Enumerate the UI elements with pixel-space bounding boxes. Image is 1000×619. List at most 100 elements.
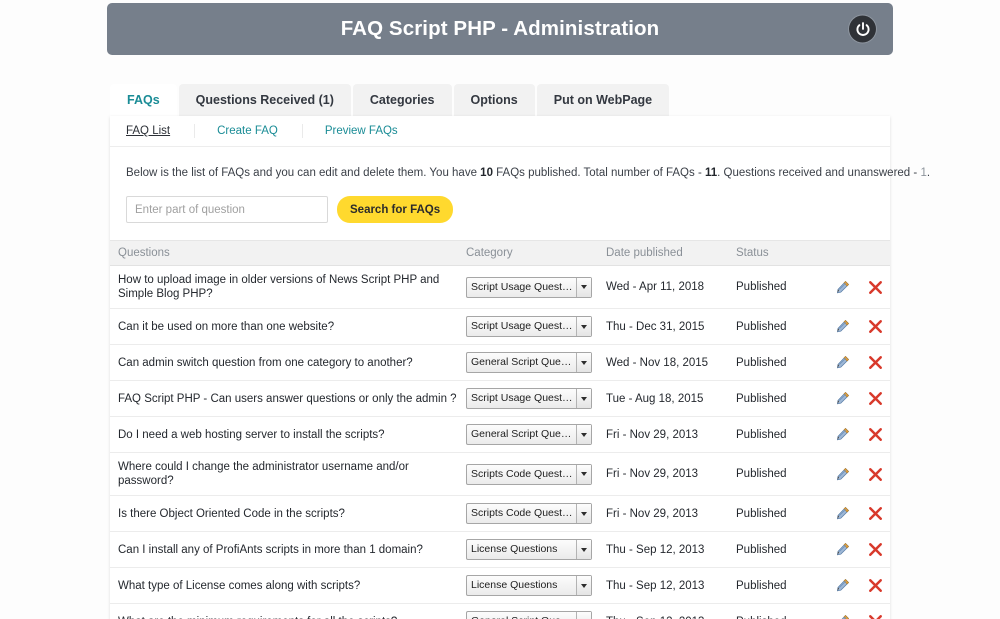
cell-actions <box>821 496 890 532</box>
cell-category: Script Usage Questions <box>458 266 598 309</box>
page-title: FAQ Script PHP - Administration <box>341 17 660 41</box>
table-row: Do I need a web hosting server to instal… <box>110 417 890 453</box>
category-select[interactable]: General Script Questions <box>466 352 592 373</box>
category-select-value: Script Usage Questions <box>471 278 573 297</box>
category-select[interactable]: Script Usage Questions <box>466 277 592 298</box>
cell-category: License Questions <box>458 532 598 568</box>
cell-status: Published <box>728 604 821 619</box>
pencil-icon[interactable] <box>835 614 850 619</box>
delete-x-icon[interactable] <box>868 280 883 295</box>
pencil-icon[interactable] <box>835 280 850 295</box>
pencil-icon[interactable] <box>835 427 850 442</box>
cell-date-published: Fri - Nov 29, 2013 <box>598 496 728 532</box>
app-header: FAQ Script PHP - Administration <box>107 3 893 55</box>
delete-x-icon[interactable] <box>868 427 883 442</box>
delete-x-icon[interactable] <box>868 391 883 406</box>
cell-question: Where could I change the administrator u… <box>110 453 458 496</box>
table-row: FAQ Script PHP - Can users answer questi… <box>110 381 890 417</box>
tab-faqs[interactable]: FAQs <box>110 84 177 116</box>
tab-questions-received[interactable]: Questions Received (1) <box>179 84 351 116</box>
power-icon[interactable] <box>849 16 876 43</box>
chevron-down-icon[interactable] <box>576 389 591 408</box>
cell-question: Do I need a web hosting server to instal… <box>110 417 458 453</box>
chevron-down-icon[interactable] <box>576 540 591 559</box>
table-row: Is there Object Oriented Code in the scr… <box>110 496 890 532</box>
tab-options[interactable]: Options <box>454 84 535 116</box>
search-button[interactable]: Search for FAQs <box>337 196 453 223</box>
chevron-down-icon[interactable] <box>576 576 591 595</box>
cell-status: Published <box>728 381 821 417</box>
info-and-search: Below is the list of FAQs and you can ed… <box>110 147 890 240</box>
cell-actions <box>821 381 890 417</box>
summary-part-3: . Questions received and unanswered - <box>717 167 920 179</box>
delete-x-icon[interactable] <box>868 614 883 619</box>
column-header-status: Status <box>728 241 821 266</box>
cell-date-published: Fri - Nov 29, 2013 <box>598 417 728 453</box>
cell-category: Script Usage Questions <box>458 381 598 417</box>
table-row: What are the minimum requirements for al… <box>110 604 890 619</box>
category-select[interactable]: Scripts Code Questions <box>466 503 592 524</box>
total-faq-count: 11 <box>705 167 717 179</box>
chevron-down-icon[interactable] <box>576 278 591 297</box>
delete-x-icon[interactable] <box>868 578 883 593</box>
cell-status: Published <box>728 266 821 309</box>
column-header-date-published: Date published <box>598 241 728 266</box>
pencil-icon[interactable] <box>835 542 850 557</box>
cell-date-published: Thu - Sep 12, 2013 <box>598 604 728 619</box>
cell-category: Scripts Code Questions <box>458 496 598 532</box>
chevron-down-icon[interactable] <box>576 425 591 444</box>
table-row: How to upload image in older versions of… <box>110 266 890 309</box>
delete-x-icon[interactable] <box>868 542 883 557</box>
column-header-category: Category <box>458 241 598 266</box>
subnav-item-create-faq[interactable]: Create FAQ <box>217 124 303 138</box>
category-select[interactable]: Scripts Code Questions <box>466 464 592 485</box>
pencil-icon[interactable] <box>835 391 850 406</box>
cell-actions <box>821 568 890 604</box>
table-body: How to upload image in older versions of… <box>110 266 890 619</box>
pencil-icon[interactable] <box>835 467 850 482</box>
cell-status: Published <box>728 417 821 453</box>
pencil-icon[interactable] <box>835 319 850 334</box>
category-select[interactable]: Script Usage Questions <box>466 316 592 337</box>
pencil-icon[interactable] <box>835 355 850 370</box>
tab-put-on-webpage[interactable]: Put on WebPage <box>537 84 669 116</box>
table-header: Questions Category Date published Status <box>110 241 890 266</box>
cell-date-published: Fri - Nov 29, 2013 <box>598 453 728 496</box>
delete-x-icon[interactable] <box>868 319 883 334</box>
cell-category: License Questions <box>458 568 598 604</box>
summary-part-1: Below is the list of FAQs and you can ed… <box>126 167 480 179</box>
search-input[interactable] <box>126 196 328 223</box>
cell-category: General Script Questions <box>458 417 598 453</box>
pencil-icon[interactable] <box>835 578 850 593</box>
subnav-item-preview-faqs[interactable]: Preview FAQs <box>325 124 422 138</box>
sub-navigation: FAQ List Create FAQ Preview FAQs <box>110 116 890 147</box>
cell-actions <box>821 417 890 453</box>
main-tabs: FAQs Questions Received (1) Categories O… <box>110 84 890 116</box>
category-select-value: Script Usage Questions <box>471 389 573 408</box>
chevron-down-icon[interactable] <box>576 504 591 523</box>
category-select-value: License Questions <box>471 540 573 559</box>
category-select-value: License Questions <box>471 576 573 595</box>
cell-actions <box>821 309 890 345</box>
category-select[interactable]: General Script Questions <box>466 424 592 445</box>
category-select[interactable]: General Script Questions <box>466 611 592 619</box>
tab-label: Questions Received (1) <box>196 93 334 107</box>
cell-question: How to upload image in older versions of… <box>110 266 458 309</box>
category-select[interactable]: Script Usage Questions <box>466 388 592 409</box>
chevron-down-icon[interactable] <box>576 317 591 336</box>
delete-x-icon[interactable] <box>868 467 883 482</box>
chevron-down-icon[interactable] <box>576 612 591 619</box>
cell-question: FAQ Script PHP - Can users answer questi… <box>110 381 458 417</box>
delete-x-icon[interactable] <box>868 355 883 370</box>
tab-categories[interactable]: Categories <box>353 84 452 116</box>
category-select[interactable]: License Questions <box>466 539 592 560</box>
pencil-icon[interactable] <box>835 506 850 521</box>
chevron-down-icon[interactable] <box>576 465 591 484</box>
category-select[interactable]: License Questions <box>466 575 592 596</box>
cell-date-published: Thu - Sep 12, 2013 <box>598 568 728 604</box>
chevron-down-icon[interactable] <box>576 353 591 372</box>
cell-question: What are the minimum requirements for al… <box>110 604 458 619</box>
subnav-item-faq-list[interactable]: FAQ List <box>126 124 195 138</box>
category-select-value: General Script Questions <box>471 353 573 372</box>
delete-x-icon[interactable] <box>868 506 883 521</box>
